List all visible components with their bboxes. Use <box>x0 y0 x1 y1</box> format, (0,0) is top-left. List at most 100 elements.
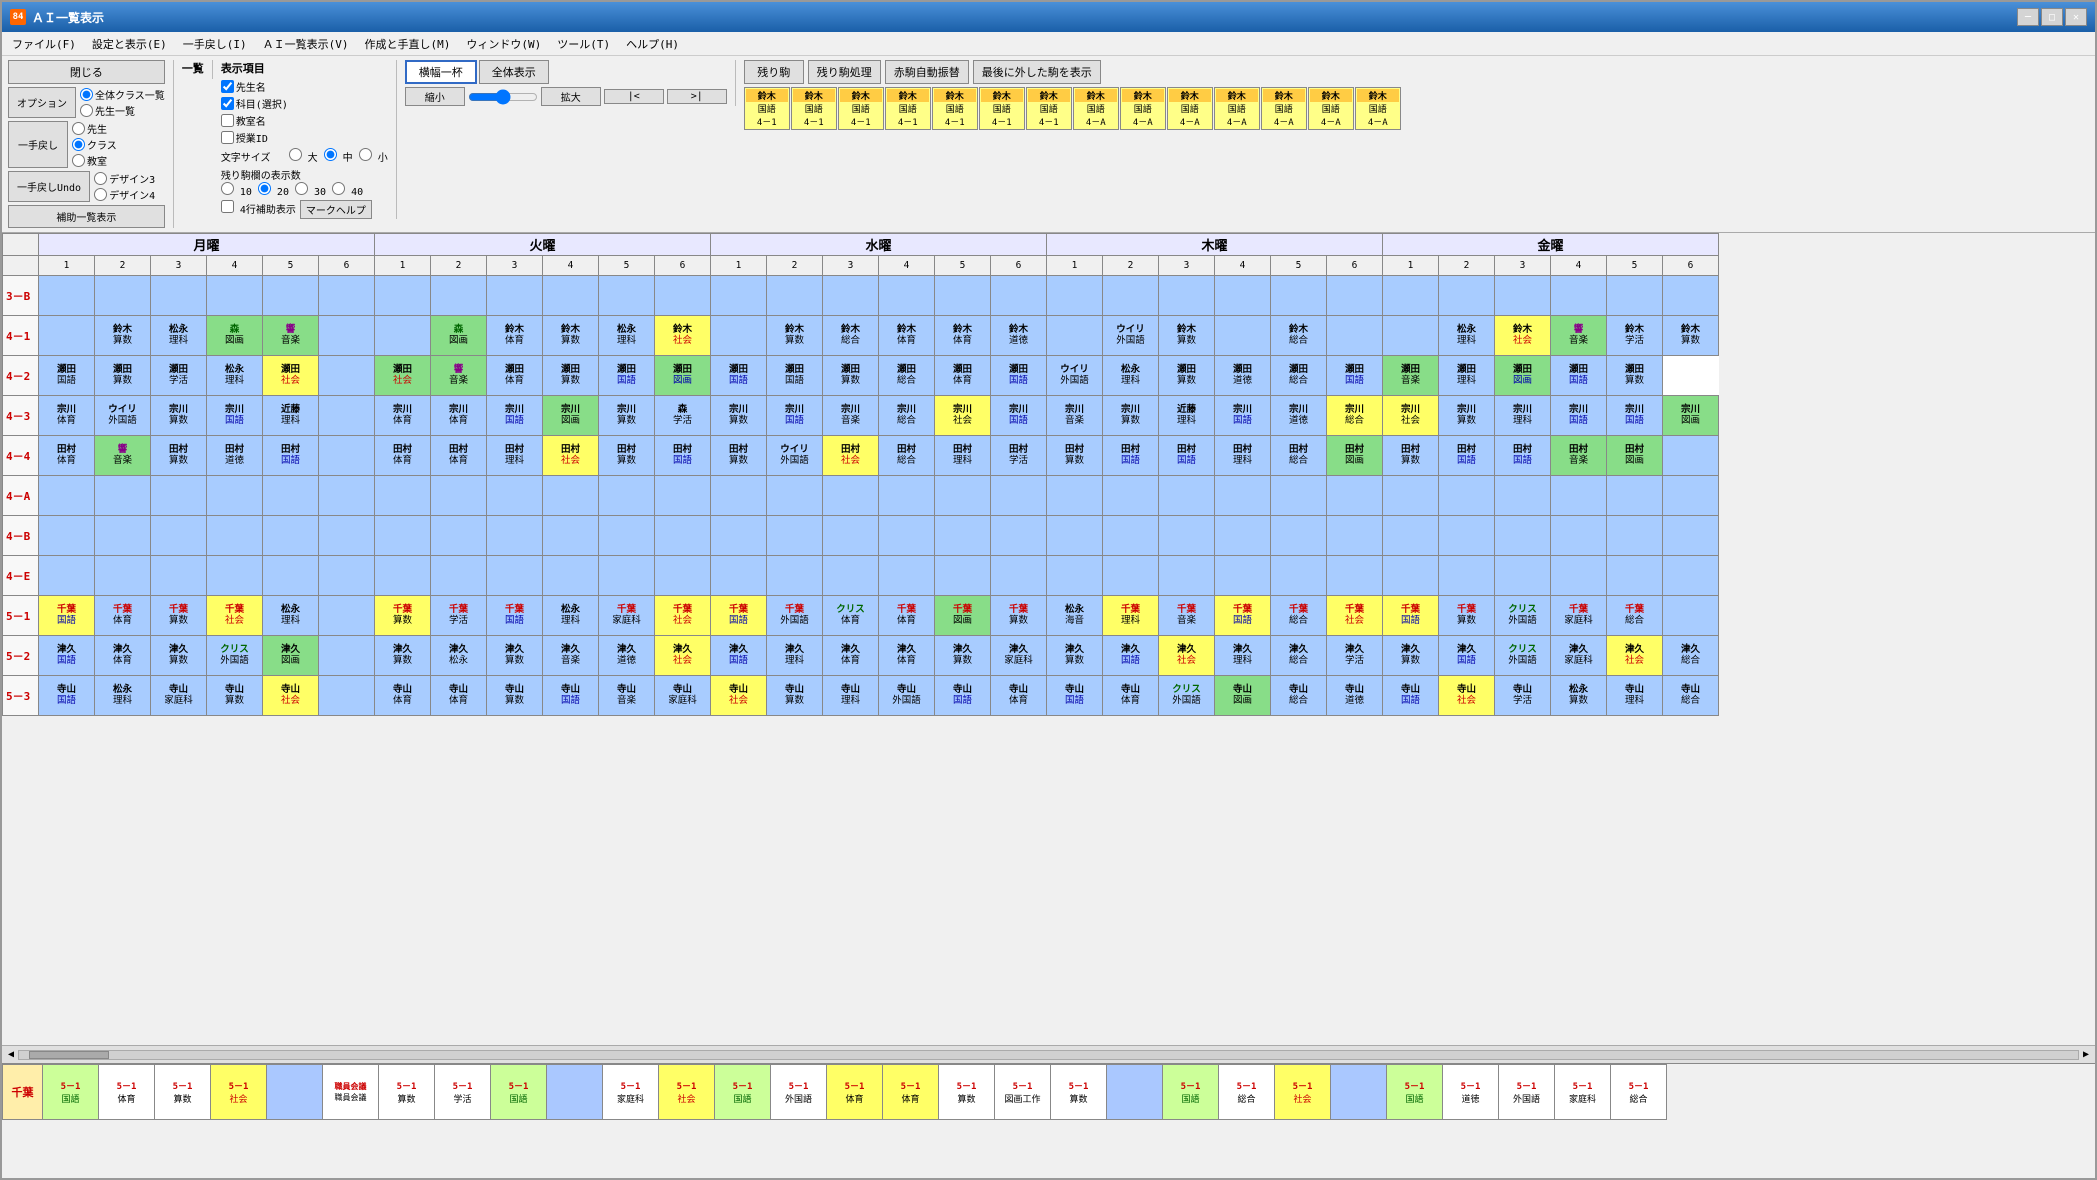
cell-42-t5[interactable]: 瀬田国語 <box>599 356 655 396</box>
cell-41-th1[interactable] <box>1047 316 1103 356</box>
cb-room[interactable] <box>221 114 234 127</box>
cell-3b-th4[interactable] <box>1215 276 1271 316</box>
cell-43-t1[interactable]: 宗川体育 <box>375 396 431 436</box>
cell-41-t1[interactable] <box>375 316 431 356</box>
bt-t4[interactable]: 5－1国語 <box>491 1065 547 1120</box>
cell-42-f5[interactable]: 瀬田算数 <box>1607 356 1663 396</box>
bt-w1[interactable]: 5－1家庭科 <box>603 1065 659 1120</box>
cell-41-w6[interactable]: 鈴木道徳 <box>991 316 1047 356</box>
cell-43-m2[interactable]: ウイリ外国語 <box>95 396 151 436</box>
cell-41-t5[interactable]: 松永理科 <box>599 316 655 356</box>
cell-41-th2[interactable]: ウイリ外国語 <box>1103 316 1159 356</box>
option-btn[interactable]: オプション <box>8 87 76 118</box>
bt-f2[interactable]: 5－1総合 <box>1219 1065 1275 1120</box>
design4-radio[interactable] <box>94 188 107 201</box>
cell-44-th3[interactable]: 田村国語 <box>1159 436 1215 476</box>
cell-43-t2[interactable]: 宗川体育 <box>431 396 487 436</box>
cell-42-m4[interactable]: 松永理科 <box>207 356 263 396</box>
cb-subject[interactable] <box>221 97 234 110</box>
cell-44-w6[interactable]: 田村学活 <box>991 436 1047 476</box>
h-scrollbar[interactable]: ◀ ▶ <box>2 1045 2095 1063</box>
cell-3b-th6[interactable] <box>1327 276 1383 316</box>
cell-3b-w3[interactable] <box>823 276 879 316</box>
cell-44-f4[interactable]: 田村音楽 <box>1551 436 1607 476</box>
cell-42-m1[interactable]: 瀬田国語 <box>39 356 95 396</box>
cell-42-t4[interactable]: 瀬田算数 <box>543 356 599 396</box>
cb-id[interactable] <box>221 131 234 144</box>
cb-teacher[interactable] <box>221 80 234 93</box>
cell-42-m2[interactable]: 瀬田算数 <box>95 356 151 396</box>
nokori-cell-5[interactable]: 鈴木国語4－1 <box>932 87 978 130</box>
cell-42-th2[interactable]: 松永理科 <box>1103 356 1159 396</box>
cell-43-th1[interactable]: 宗川音楽 <box>1047 396 1103 436</box>
nokori-cell-8[interactable]: 鈴木国語4－A <box>1073 87 1119 130</box>
cell-43-t4[interactable]: 宗川図画 <box>543 396 599 436</box>
cell-42-th1[interactable]: ウイリ外国語 <box>1047 356 1103 396</box>
cell-44-w2[interactable]: ウイリ外国語 <box>767 436 823 476</box>
cell-42-th4[interactable]: 瀬田道徳 <box>1215 356 1271 396</box>
undo-btn[interactable]: 一手戻し <box>8 121 68 168</box>
cell-41-t3[interactable]: 鈴木体育 <box>487 316 543 356</box>
cell-41-m3[interactable]: 松永理科 <box>151 316 207 356</box>
cell-43-f4[interactable]: 宗川国語 <box>1551 396 1607 436</box>
count30-radio[interactable] <box>295 182 308 195</box>
bt-t2[interactable]: 5－1算数 <box>379 1065 435 1120</box>
cell-42-m5[interactable]: 瀬田社会 <box>263 356 319 396</box>
bt-m5[interactable] <box>267 1065 323 1120</box>
cell-42-th5[interactable]: 瀬田総合 <box>1271 356 1327 396</box>
bt-w6[interactable]: 5－1体育 <box>883 1065 939 1120</box>
cell-44-th1[interactable]: 田村算数 <box>1047 436 1103 476</box>
nokori-cell-3[interactable]: 鈴木国語4－1 <box>838 87 884 130</box>
scroll-left-btn[interactable]: ◀ <box>4 1049 18 1060</box>
cell-42-w1[interactable]: 瀬田国語 <box>711 356 767 396</box>
cell-44-m5[interactable]: 田村国語 <box>263 436 319 476</box>
full-view-btn[interactable]: 全体表示 <box>479 60 549 84</box>
cell-43-m4[interactable]: 宗川国語 <box>207 396 263 436</box>
cell-41-f4[interactable]: 響音楽 <box>1551 316 1607 356</box>
cell-3b-m3[interactable] <box>151 276 207 316</box>
cell-43-m5[interactable]: 近藤理科 <box>263 396 319 436</box>
cell-42-f3[interactable]: 瀬田図画 <box>1495 356 1551 396</box>
cell-44-m3[interactable]: 田村算数 <box>151 436 207 476</box>
scroll-right-btn[interactable]: ▶ <box>2079 1049 2093 1060</box>
cell-41-w2[interactable]: 鈴木算数 <box>767 316 823 356</box>
cell-41-w1[interactable] <box>711 316 767 356</box>
shrink-btn[interactable]: 縮小 <box>405 87 465 106</box>
menu-help[interactable]: ヘルプ(H) <box>620 34 685 54</box>
cell-41-m2[interactable]: 鈴木算数 <box>95 316 151 356</box>
cell-3b-m4[interactable] <box>207 276 263 316</box>
cell-44-t1[interactable]: 田村体育 <box>375 436 431 476</box>
cell-42-th3[interactable]: 瀬田算数 <box>1159 356 1215 396</box>
cell-44-f3[interactable]: 田村国語 <box>1495 436 1551 476</box>
cell-44-m1[interactable]: 田村体育 <box>39 436 95 476</box>
cell-43-th3[interactable]: 近藤理科 <box>1159 396 1215 436</box>
cell-44-m2[interactable]: 響音楽 <box>95 436 151 476</box>
cell-42-w4[interactable]: 瀬田総合 <box>879 356 935 396</box>
bt-f7[interactable]: 5－1外国語 <box>1499 1065 1555 1120</box>
cell-41-th3[interactable]: 鈴木算数 <box>1159 316 1215 356</box>
cell-41-m1[interactable] <box>39 316 95 356</box>
disp-room-radio[interactable] <box>72 154 85 167</box>
cell-43-th5[interactable]: 宗川道徳 <box>1271 396 1327 436</box>
bt-m2[interactable]: 5－1体育 <box>99 1065 155 1120</box>
cell-43-t3[interactable]: 宗川国語 <box>487 396 543 436</box>
cell-42-m3[interactable]: 瀬田学活 <box>151 356 207 396</box>
cell-44-th4[interactable]: 田村理科 <box>1215 436 1271 476</box>
horizontal-full-btn[interactable]: 横幅一杯 <box>405 60 477 84</box>
cell-41-w5[interactable]: 鈴木体育 <box>935 316 991 356</box>
last-btn[interactable]: >| <box>667 89 727 104</box>
bt-m1[interactable]: 5－1国語 <box>43 1065 99 1120</box>
cell-43-m3[interactable]: 宗川算数 <box>151 396 207 436</box>
cell-3b-m1[interactable] <box>39 276 95 316</box>
cell-3b-th1[interactable] <box>1047 276 1103 316</box>
cell-42-t6[interactable]: 瀬田図画 <box>655 356 711 396</box>
count20-radio[interactable] <box>258 182 271 195</box>
bt-w3[interactable]: 5－1国語 <box>715 1065 771 1120</box>
nokori-cell-2[interactable]: 鈴木国語4－1 <box>791 87 837 130</box>
cell-3b-w5[interactable] <box>935 276 991 316</box>
mark-help-btn[interactable]: マークヘルプ <box>300 200 372 219</box>
cell-43-f5[interactable]: 宗川国語 <box>1607 396 1663 436</box>
bt-f3[interactable]: 5－1社会 <box>1275 1065 1331 1120</box>
cell-41-th6[interactable] <box>1327 316 1383 356</box>
bt-w4[interactable]: 5－1外国語 <box>771 1065 827 1120</box>
